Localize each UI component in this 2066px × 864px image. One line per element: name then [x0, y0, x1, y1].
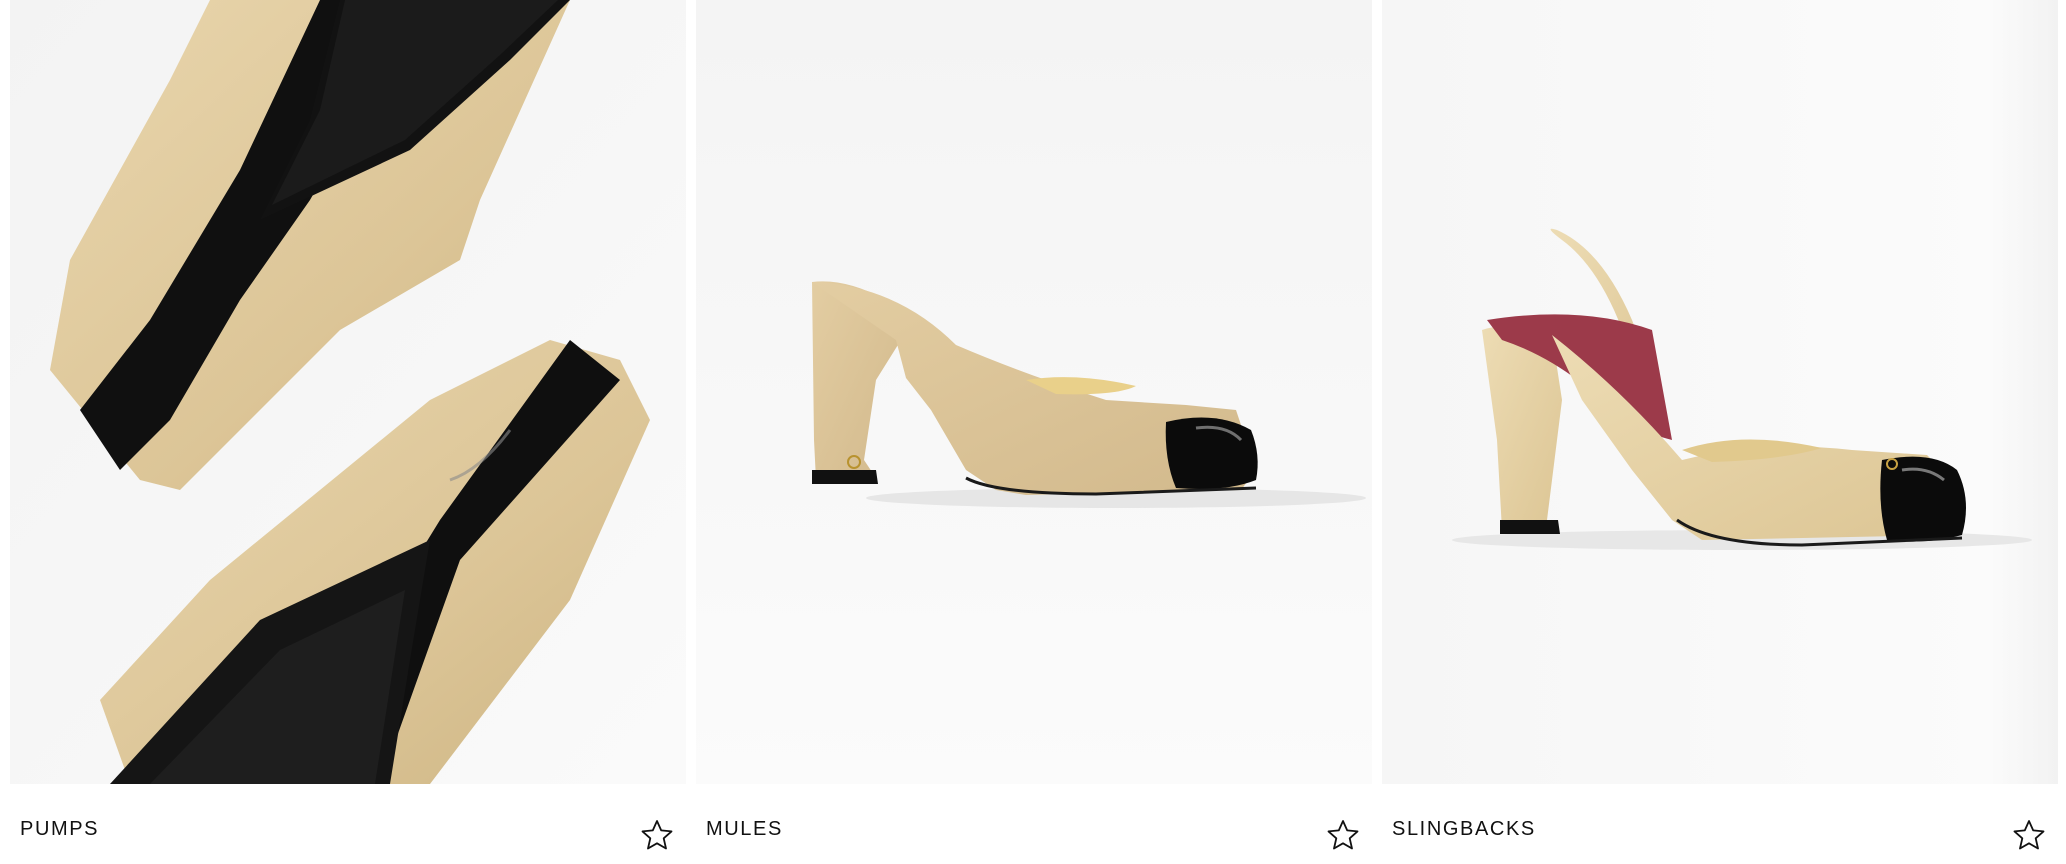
product-image-slingbacks[interactable] [1382, 0, 2058, 784]
star-outline-icon[interactable] [640, 818, 674, 852]
star-outline-icon[interactable] [2012, 818, 2046, 852]
star-outline-icon[interactable] [1326, 818, 1360, 852]
product-card-mules: MULES [696, 0, 1372, 864]
product-card-pumps: PUMPS [10, 0, 686, 864]
product-name[interactable]: SLINGBACKS [1392, 818, 1536, 841]
product-grid: PUMPS MULES SLINGBACKS [0, 0, 2066, 864]
product-name[interactable]: MULES [706, 818, 783, 841]
product-image-pumps[interactable] [10, 0, 686, 784]
product-image-mules[interactable] [696, 0, 1372, 784]
product-name[interactable]: PUMPS [20, 818, 99, 841]
product-card-slingbacks: SLINGBACKS [1382, 0, 2058, 864]
